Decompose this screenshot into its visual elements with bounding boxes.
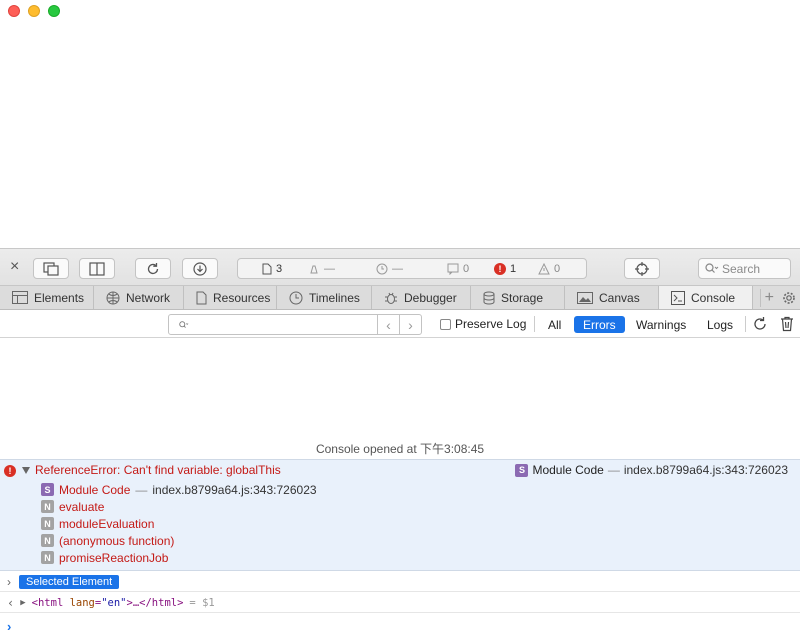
load-indicator: — xyxy=(308,263,335,275)
tab-storage[interactable]: Storage xyxy=(471,286,565,309)
stack-frame[interactable]: N moduleEvaluation xyxy=(41,515,317,532)
previous-match-button[interactable]: ‹ xyxy=(377,314,399,335)
crosshair-icon xyxy=(635,261,649,276)
zoom-window-button[interactable] xyxy=(48,5,60,17)
canvas-icon xyxy=(577,291,593,304)
weight-icon xyxy=(310,265,318,273)
chevron-left-icon: ‹ xyxy=(7,595,15,610)
log-count: 0 xyxy=(447,263,469,275)
trash-icon[interactable] xyxy=(780,316,794,332)
inspector-search-field[interactable]: Search xyxy=(698,258,791,279)
level-logs-button[interactable]: Logs xyxy=(698,316,742,333)
dock-side-icon xyxy=(89,261,105,276)
minimize-window-button[interactable] xyxy=(28,5,40,17)
tab-timelines[interactable]: Timelines xyxy=(277,286,372,309)
window-controls xyxy=(8,5,60,17)
elements-icon xyxy=(12,291,28,304)
resources-icon xyxy=(196,291,207,304)
add-tab-button[interactable]: + xyxy=(759,288,778,307)
clock-icon xyxy=(376,263,388,274)
tab-console[interactable]: Console xyxy=(659,286,753,309)
error-message[interactable]: ! ReferenceError: Can't find variable: g… xyxy=(0,459,800,571)
filter-search-icon xyxy=(179,320,189,328)
tab-debugger[interactable]: Debugger xyxy=(372,286,471,309)
level-all-button[interactable]: All xyxy=(539,316,570,333)
script-badge-icon: S xyxy=(41,483,54,496)
reload-button[interactable] xyxy=(135,258,171,279)
gear-icon[interactable] xyxy=(782,291,796,305)
console-filter-bar: ‹ › Preserve Log All Errors Warnings Log… xyxy=(0,310,800,338)
warning-icon xyxy=(538,262,550,274)
timelines-icon xyxy=(289,291,303,304)
timeline-indicator: — xyxy=(376,263,403,275)
bug-icon xyxy=(385,292,397,304)
preserve-log-toggle[interactable]: Preserve Log xyxy=(440,317,526,331)
next-match-button[interactable]: › xyxy=(399,314,421,335)
stack-frame[interactable]: N (anonymous function) xyxy=(41,532,317,549)
selected-element-result[interactable]: ‹ ▶ <html lang="en">…</html> = $1 xyxy=(0,593,800,613)
status-dashboard[interactable]: 3 — — 0 ! 1 0 xyxy=(237,258,587,279)
inspector-toolbar: × 3 — — 0 ! 1 0 Search xyxy=(0,248,800,286)
filter-navigation: ‹ › xyxy=(377,314,421,335)
disclosure-triangle-icon[interactable] xyxy=(22,467,30,474)
selected-element-row[interactable]: › Selected Element xyxy=(0,572,800,592)
download-button[interactable] xyxy=(182,258,218,279)
console-output[interactable]: Console opened at 下午3:08:45 ! ReferenceE… xyxy=(0,338,800,642)
message-icon xyxy=(447,263,459,275)
console-prompt-icon[interactable]: › xyxy=(7,619,11,634)
stack-trace: S Module Code — index.b8799a64.js:343:72… xyxy=(41,481,317,566)
error-text: ReferenceError: Can't find variable: glo… xyxy=(35,463,281,477)
detach-icon xyxy=(43,261,59,276)
error-count: ! 1 xyxy=(494,262,516,275)
expand-triangle-icon[interactable]: ▶ xyxy=(20,598,25,608)
close-window-button[interactable] xyxy=(8,5,20,17)
native-badge-icon: N xyxy=(41,551,54,564)
native-badge-icon: N xyxy=(41,534,54,547)
reload-icon xyxy=(147,262,159,274)
network-icon xyxy=(106,291,120,304)
tab-network[interactable]: Network xyxy=(94,286,184,309)
console-filter-input[interactable]: ‹ › xyxy=(168,314,422,335)
resource-count: 3 xyxy=(262,263,282,275)
script-badge-icon: S xyxy=(515,463,529,477)
refresh-icon[interactable] xyxy=(752,316,768,332)
storage-icon xyxy=(483,291,495,305)
level-errors-button[interactable]: Errors xyxy=(574,316,625,333)
tab-elements[interactable]: Elements xyxy=(0,286,94,309)
element-picker-button[interactable] xyxy=(624,258,660,279)
console-icon xyxy=(671,290,685,305)
stack-frame[interactable]: N evaluate xyxy=(41,498,317,515)
tab-canvas[interactable]: Canvas xyxy=(565,286,659,309)
tab-bar-extras: + xyxy=(759,286,800,309)
dock-side-button[interactable] xyxy=(79,258,115,279)
warning-count: 0 xyxy=(538,262,560,275)
inspector-tab-bar: Elements Network Resources Timelines Deb… xyxy=(0,286,800,310)
stack-frame[interactable]: S Module Code — index.b8799a64.js:343:72… xyxy=(41,481,317,498)
stack-frame[interactable]: N promiseReactionJob xyxy=(41,549,317,566)
console-opened-message: Console opened at 下午3:08:45 xyxy=(315,442,485,456)
error-icon: ! xyxy=(4,465,16,477)
chevron-right-icon: › xyxy=(7,574,11,589)
tab-resources[interactable]: Resources xyxy=(184,286,277,309)
error-source-location[interactable]: S Module Code — index.b8799a64.js:343:72… xyxy=(515,463,788,477)
native-badge-icon: N xyxy=(41,517,54,530)
divider xyxy=(745,316,746,332)
selected-element-badge: Selected Element xyxy=(19,574,120,589)
level-warnings-button[interactable]: Warnings xyxy=(627,316,695,333)
preserve-log-checkbox[interactable] xyxy=(440,318,451,330)
variable-reference: = $1 xyxy=(189,596,215,609)
close-inspector-button[interactable]: × xyxy=(10,259,19,275)
detach-window-button[interactable] xyxy=(33,258,69,279)
document-icon xyxy=(262,263,272,274)
browser-window: × 3 — — 0 ! 1 0 Search Elements Network … xyxy=(0,0,800,642)
download-icon xyxy=(193,261,207,276)
search-icon xyxy=(705,263,719,273)
native-badge-icon: N xyxy=(41,500,54,513)
divider xyxy=(534,316,535,332)
error-icon: ! xyxy=(494,262,506,275)
